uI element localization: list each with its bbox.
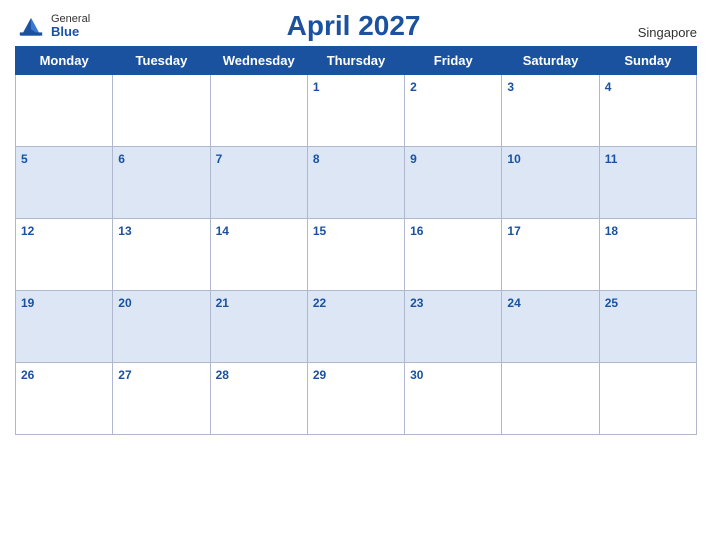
header-saturday: Saturday <box>502 47 599 75</box>
calendar-week-row: 5 6 7 8 9 10 11 <box>16 147 697 219</box>
title-area: April 2027 <box>90 10 617 42</box>
header-wednesday: Wednesday <box>210 47 307 75</box>
calendar-week-row: 1 2 3 4 <box>16 75 697 147</box>
day-number: 11 <box>605 152 618 166</box>
day-number: 7 <box>216 152 223 166</box>
logo-blue-label: Blue <box>51 25 90 39</box>
logo: General Blue <box>15 10 90 42</box>
day-number: 12 <box>21 224 34 238</box>
day-number: 5 <box>21 152 28 166</box>
day-number: 22 <box>313 296 326 310</box>
table-row: 20 <box>113 291 210 363</box>
table-row: 26 <box>16 363 113 435</box>
calendar-week-row: 26 27 28 29 30 <box>16 363 697 435</box>
day-number: 8 <box>313 152 320 166</box>
table-row: 13 <box>113 219 210 291</box>
day-number: 24 <box>507 296 520 310</box>
day-number: 3 <box>507 80 514 94</box>
day-number: 13 <box>118 224 131 238</box>
day-number: 1 <box>313 80 320 94</box>
general-blue-icon <box>15 10 47 42</box>
table-row: 1 <box>307 75 404 147</box>
day-number: 18 <box>605 224 618 238</box>
day-number: 30 <box>410 368 423 382</box>
table-row: 10 <box>502 147 599 219</box>
table-row: 29 <box>307 363 404 435</box>
day-number: 16 <box>410 224 423 238</box>
table-row: 30 <box>405 363 502 435</box>
table-row: 7 <box>210 147 307 219</box>
day-number: 10 <box>507 152 520 166</box>
header-friday: Friday <box>405 47 502 75</box>
table-row <box>599 363 696 435</box>
weekday-header-row: Monday Tuesday Wednesday Thursday Friday… <box>16 47 697 75</box>
table-row <box>113 75 210 147</box>
table-row: 4 <box>599 75 696 147</box>
header-tuesday: Tuesday <box>113 47 210 75</box>
day-number: 2 <box>410 80 417 94</box>
day-number: 25 <box>605 296 618 310</box>
table-row: 27 <box>113 363 210 435</box>
table-row: 16 <box>405 219 502 291</box>
header-thursday: Thursday <box>307 47 404 75</box>
day-number: 4 <box>605 80 612 94</box>
calendar-week-row: 19 20 21 22 23 24 25 <box>16 291 697 363</box>
table-row: 8 <box>307 147 404 219</box>
table-row: 18 <box>599 219 696 291</box>
header: General Blue April 2027 Singapore <box>15 10 697 42</box>
table-row: 6 <box>113 147 210 219</box>
table-row: 15 <box>307 219 404 291</box>
day-number: 14 <box>216 224 229 238</box>
table-row: 5 <box>16 147 113 219</box>
day-number: 27 <box>118 368 131 382</box>
day-number: 6 <box>118 152 125 166</box>
table-row: 9 <box>405 147 502 219</box>
day-number: 28 <box>216 368 229 382</box>
table-row: 11 <box>599 147 696 219</box>
table-row: 3 <box>502 75 599 147</box>
calendar-week-row: 12 13 14 15 16 17 18 <box>16 219 697 291</box>
header-sunday: Sunday <box>599 47 696 75</box>
day-number: 21 <box>216 296 229 310</box>
table-row: 23 <box>405 291 502 363</box>
calendar-title: April 2027 <box>287 10 421 41</box>
logo-text: General Blue <box>51 13 90 39</box>
table-row: 21 <box>210 291 307 363</box>
day-number: 19 <box>21 296 34 310</box>
header-monday: Monday <box>16 47 113 75</box>
table-row: 24 <box>502 291 599 363</box>
table-row: 22 <box>307 291 404 363</box>
table-row <box>502 363 599 435</box>
calendar-page: General Blue April 2027 Singapore Monday… <box>0 0 712 550</box>
table-row: 14 <box>210 219 307 291</box>
day-number: 29 <box>313 368 326 382</box>
day-number: 26 <box>21 368 34 382</box>
day-number: 9 <box>410 152 417 166</box>
table-row <box>210 75 307 147</box>
table-row <box>16 75 113 147</box>
table-row: 17 <box>502 219 599 291</box>
day-number: 23 <box>410 296 423 310</box>
location-label: Singapore <box>617 25 697 42</box>
day-number: 17 <box>507 224 520 238</box>
table-row: 19 <box>16 291 113 363</box>
day-number: 15 <box>313 224 326 238</box>
table-row: 28 <box>210 363 307 435</box>
table-row: 25 <box>599 291 696 363</box>
calendar-table: Monday Tuesday Wednesday Thursday Friday… <box>15 46 697 435</box>
table-row: 12 <box>16 219 113 291</box>
table-row: 2 <box>405 75 502 147</box>
day-number: 20 <box>118 296 131 310</box>
